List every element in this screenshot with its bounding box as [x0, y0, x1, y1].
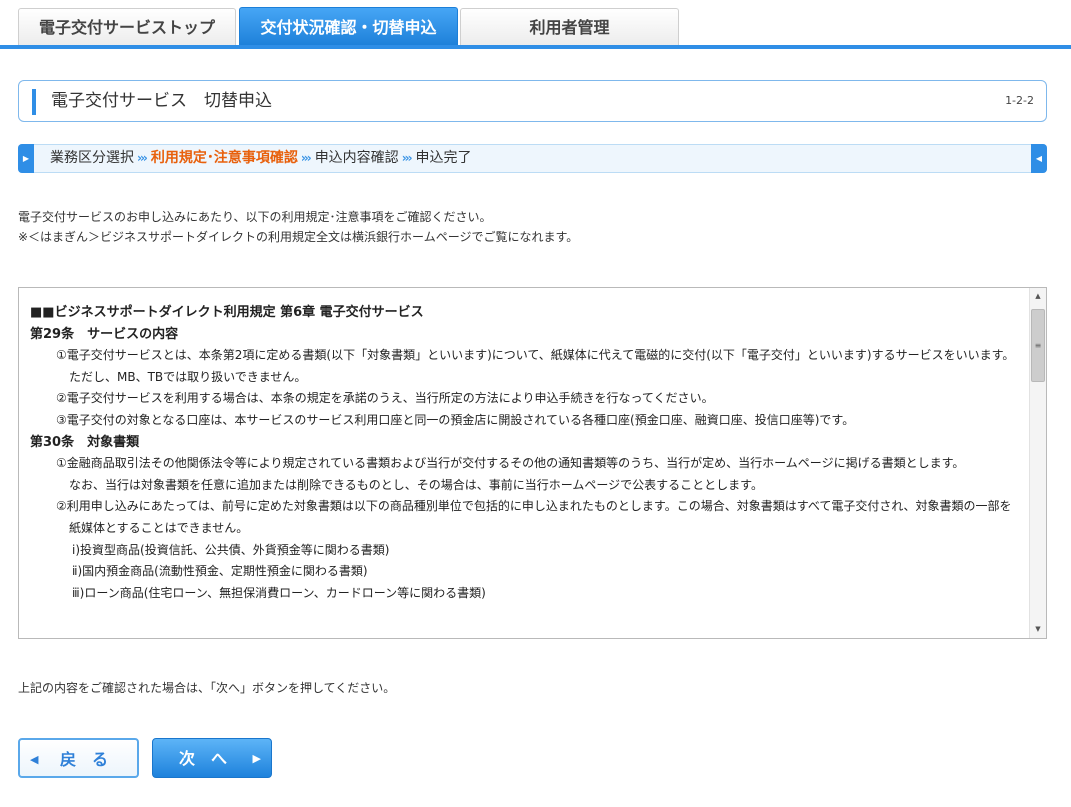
step-complete: 申込完了 — [415, 150, 472, 166]
scroll-down-icon[interactable]: ▼ — [1030, 621, 1046, 638]
tab-bar: 電子交付サービストップ 交付状況確認・切替申込 利用者管理 — [0, 0, 1071, 50]
title-accent-bar — [32, 89, 36, 115]
tab-status-switch[interactable]: 交付状況確認・切替申込 — [239, 7, 458, 47]
steps-row: 業務区分選択 ››› 利用規定･注意事項確認 ››› 申込内容確認 ››› 申込完了 — [50, 145, 472, 172]
page-title: 電子交付サービス 切替申込 — [51, 91, 272, 111]
page-title-box: 電子交付サービス 切替申込 1-2-2 — [18, 80, 1047, 122]
next-button-label: 次へ — [179, 749, 244, 768]
arrow-right-icon: ▶ — [252, 752, 261, 765]
page-number: 1-2-2 — [1005, 94, 1034, 107]
terms-content: ■■ビジネスサポートダイレクト利用規定 第6章 電子交付サービス 第29条 サー… — [30, 302, 1020, 604]
terms-heading: ■■ビジネスサポートダイレクト利用規定 第6章 電子交付サービス — [30, 305, 424, 320]
step-separator-icon: ››› — [401, 151, 413, 165]
terms-scrollbar[interactable]: ▲ ≡ ▼ — [1029, 288, 1046, 638]
step-content-confirm: 申込内容確認 — [314, 150, 399, 166]
scroll-thumb[interactable]: ≡ — [1031, 309, 1045, 382]
step-business-type: 業務区分選択 — [50, 150, 134, 166]
step-right-cap-icon: ◀ — [1031, 144, 1047, 173]
instruction-note: 上記の内容をご確認された場合は、「次へ」ボタンを押してください。 — [18, 681, 396, 695]
step-separator-icon: ››› — [300, 151, 312, 165]
back-button[interactable]: ◀ 戻る — [18, 738, 139, 778]
intro-line-1: 電子交付サービスのお申し込みにあたり、以下の利用規定･注意事項をご確認ください。 — [18, 210, 492, 224]
next-button[interactable]: 次へ ▶ — [152, 738, 272, 778]
article-30-item-i: ⅰ)投資型商品(投資信託、公共債、外貨預金等に関わる書類) — [72, 542, 390, 557]
article-30-p1b: なお、当行は対象書類を任意に追加または削除できるものとし、その場合は、事前に当行… — [69, 477, 763, 492]
intro-line-2: ※＜はまぎん＞ビジネスサポートダイレクトの利用規定全文は横浜銀行ホームページでご… — [18, 230, 579, 244]
progress-steps: ▶ 業務区分選択 ››› 利用規定･注意事項確認 ››› 申込内容確認 ››› 申込完了 ◀ — [18, 144, 1047, 173]
tab-user-management[interactable]: 利用者管理 — [460, 8, 679, 46]
article-30-p1: ①金融商品取引法その他関係法令等により規定されている書類および当行が交付するその… — [56, 456, 965, 471]
article-30-title: 第30条 対象書類 — [30, 434, 140, 450]
article-30-item-ii: ⅱ)国内預金商品(流動性預金、定期性預金に関わる書類) — [72, 564, 368, 579]
back-button-label: 戻る — [60, 750, 125, 769]
step-left-cap-icon: ▶ — [18, 144, 34, 173]
step-separator-icon: ››› — [137, 151, 148, 165]
article-29-p3: ③電子交付の対象となる口座は、本サービスのサービス利用口座と同一の預金店に開設さ… — [56, 412, 855, 427]
terms-scroll-box[interactable]: ■■ビジネスサポートダイレクト利用規定 第6章 電子交付サービス 第29条 サー… — [18, 287, 1047, 639]
scroll-up-icon[interactable]: ▲ — [1030, 288, 1046, 305]
tab-e-delivery-top[interactable]: 電子交付サービストップ — [18, 8, 236, 46]
article-30-p2: ②利用申し込みにあたっては、前号に定めた対象書類は以下の商品種別単位で包括的に申… — [56, 499, 1012, 535]
tab-baseline — [0, 45, 1071, 49]
article-29-p1b: ただし、MB、TBでは取り扱いできません。 — [69, 369, 307, 384]
article-29-p2: ②電子交付サービスを利用する場合は、本条の規定を承諾のうえ、当行所定の方法により… — [56, 391, 714, 406]
article-29-p1: ①電子交付サービスとは、本条第2項に定める書類(以下「対象書類」といいます)につ… — [56, 348, 1015, 363]
arrow-left-icon: ◀ — [30, 753, 39, 766]
intro-text: 電子交付サービスのお申し込みにあたり、以下の利用規定･注意事項をご確認ください。… — [18, 207, 578, 247]
step-terms-confirm: 利用規定･注意事項確認 — [150, 150, 298, 166]
article-29-title: 第29条 サービスの内容 — [30, 326, 179, 342]
article-30-item-iii: ⅲ)ローン商品(住宅ローン、無担保消費ローン、カードローン等に関わる書類) — [72, 585, 486, 600]
